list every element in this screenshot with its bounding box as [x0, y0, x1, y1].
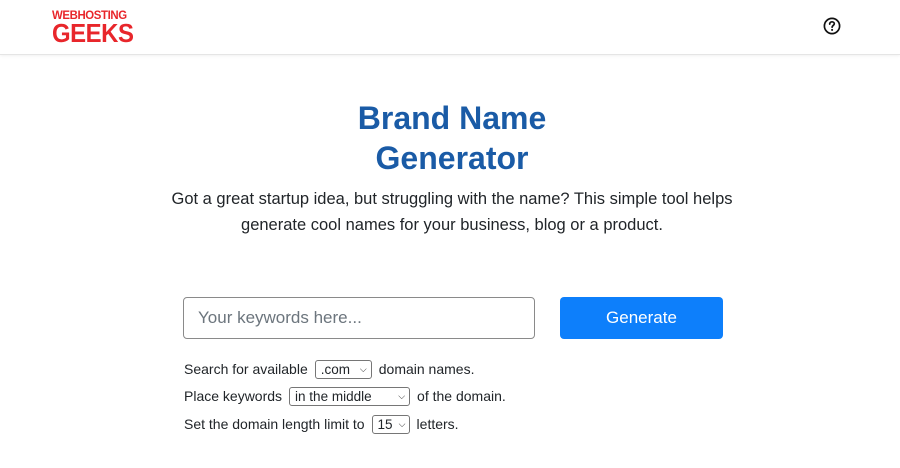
placement-option-suffix: of the domain.	[417, 388, 506, 404]
length-option-row: Set the domain length limit to 15 ⌵ lett…	[184, 413, 459, 435]
tld-select-value: .com	[320, 361, 351, 377]
chevron-down-icon: ⌵	[398, 390, 406, 401]
question-circle-icon[interactable]	[823, 17, 841, 35]
page-title: Brand Name Generator	[250, 98, 654, 178]
length-select-value: 15	[377, 416, 393, 432]
tld-select[interactable]: .com ⌵	[314, 359, 372, 379]
chevron-down-icon: ⌵	[398, 418, 406, 429]
tld-option-prefix: Search for available	[184, 361, 308, 377]
length-option-prefix: Set the domain length limit to	[184, 416, 365, 432]
page-title-line-1: Brand Name	[357, 100, 547, 136]
page-subtitle: Got a great startup idea, but struggling…	[171, 190, 733, 234]
chevron-down-icon: ⌵	[359, 363, 367, 374]
top-navbar: WEBHOSTING GEEKS	[0, 0, 900, 55]
tld-option-row: Search for available .com ⌵ domain names…	[184, 358, 474, 380]
length-option-suffix: letters.	[416, 416, 459, 432]
placement-select[interactable]: in the middle ⌵	[289, 386, 411, 406]
placement-option-row: Place keywords in the middle ⌵ of the do…	[184, 385, 506, 407]
logo-line-2: GEEKS	[52, 18, 134, 48]
tld-option-suffix: domain names.	[378, 361, 475, 377]
placement-select-value: in the middle	[295, 388, 372, 404]
page-title-line-2: Generator	[375, 140, 529, 176]
length-select[interactable]: 15 ⌵	[371, 414, 410, 434]
keywords-input[interactable]	[183, 297, 535, 339]
placement-option-prefix: Place keywords	[184, 388, 283, 404]
site-logo[interactable]: WEBHOSTING GEEKS	[52, 9, 136, 47]
generate-button[interactable]: Generate	[560, 297, 723, 339]
